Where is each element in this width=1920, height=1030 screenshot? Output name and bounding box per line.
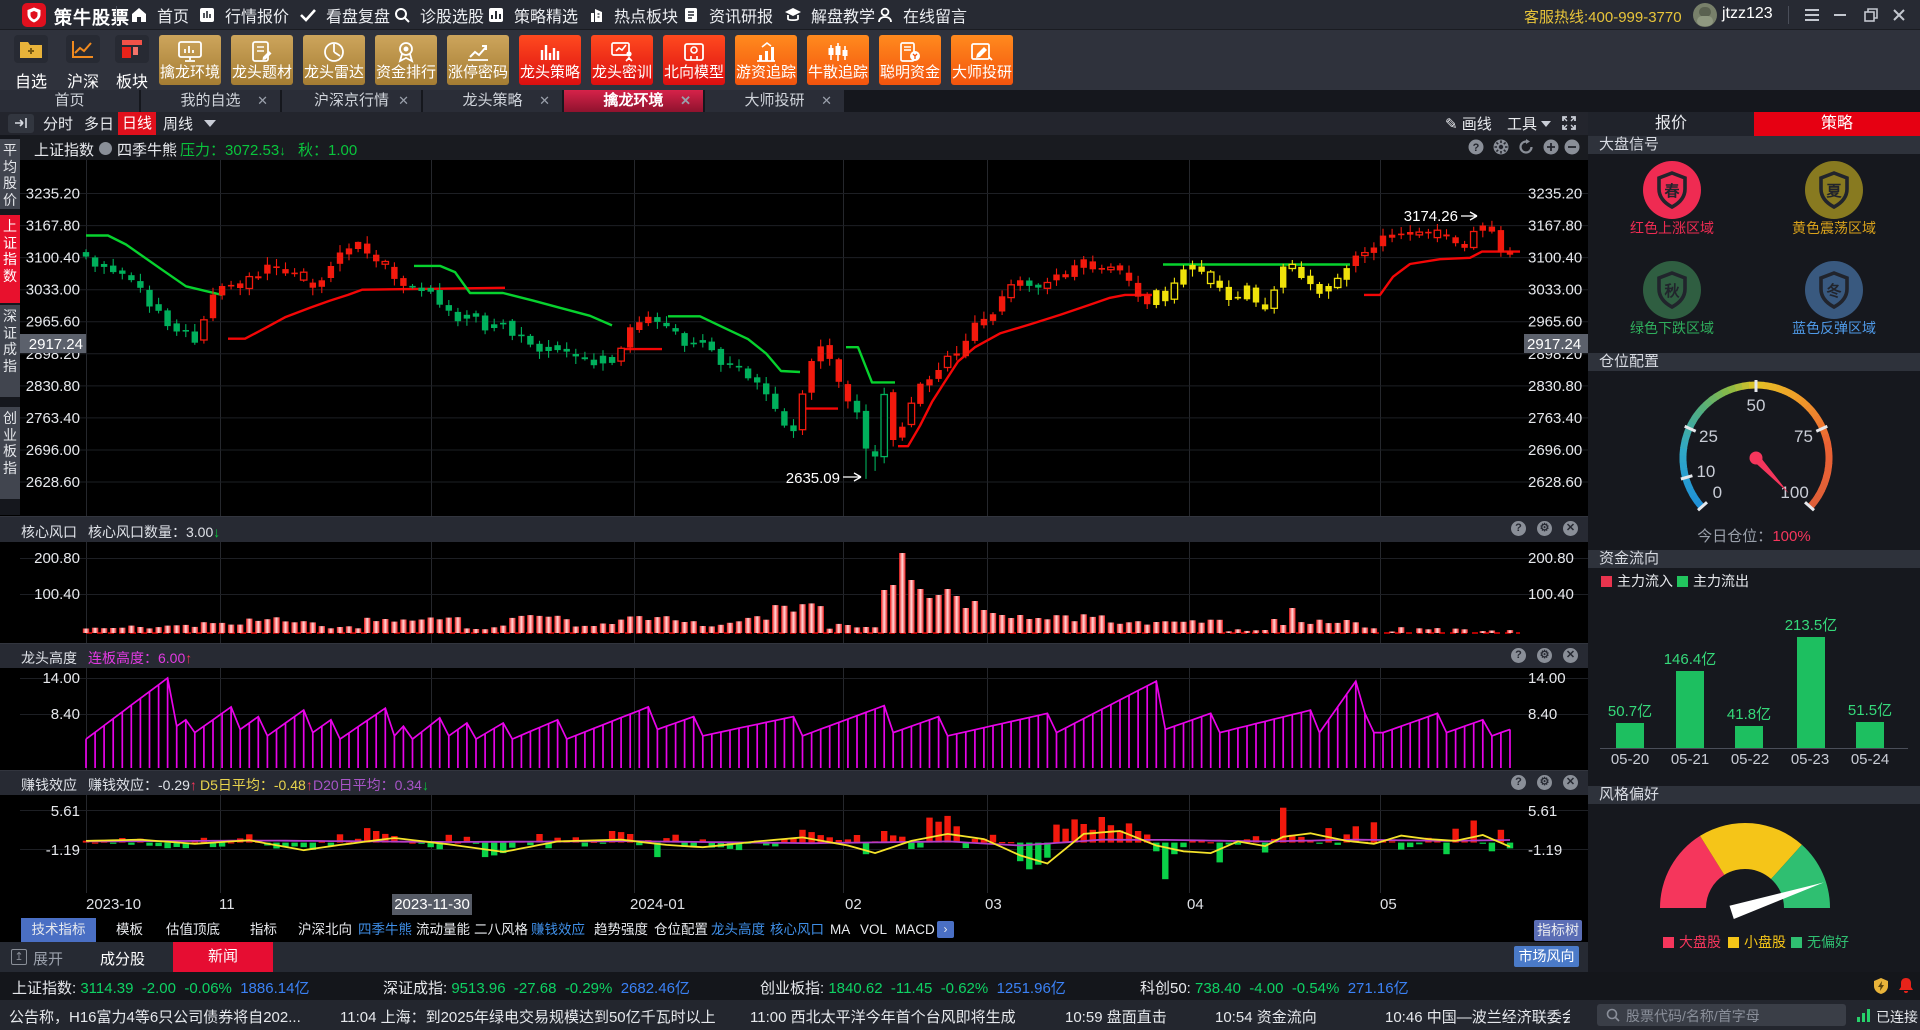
svg-text:黄色震荡区域: 黄色震荡区域	[1792, 220, 1876, 236]
svg-text:3100.40: 3100.40	[1528, 250, 1582, 267]
svg-text:2830.80: 2830.80	[1528, 378, 1582, 395]
svg-text:3174.26: 3174.26	[1404, 208, 1458, 225]
svg-text:大盘股: 大盘股	[1679, 934, 1721, 950]
svg-text:主力流入: 主力流入	[1617, 573, 1673, 589]
svg-text:2917.24: 2917.24	[29, 336, 83, 353]
svg-text:2696.00: 2696.00	[26, 442, 80, 459]
svg-text:50.7亿: 50.7亿	[1608, 703, 1652, 720]
svg-text:05-24: 05-24	[1851, 751, 1889, 768]
svg-text:200.80: 200.80	[1528, 550, 1574, 567]
svg-text:3033.00: 3033.00	[26, 282, 80, 299]
svg-text:2763.40: 2763.40	[26, 410, 80, 427]
svg-text:春: 春	[1664, 182, 1679, 200]
svg-text:无偏好: 无偏好	[1807, 934, 1849, 950]
svg-text:146.4亿: 146.4亿	[1664, 651, 1717, 668]
svg-text:2628.60: 2628.60	[26, 474, 80, 491]
svg-text:14.00: 14.00	[42, 670, 80, 687]
svg-text:-1.19: -1.19	[46, 842, 80, 859]
svg-text:2917.24: 2917.24	[1527, 336, 1581, 353]
svg-text:05-21: 05-21	[1671, 751, 1709, 768]
svg-text:25: 25	[1699, 427, 1718, 446]
svg-text:夏: 夏	[1825, 183, 1842, 200]
svg-text:5.61: 5.61	[1528, 803, 1557, 820]
svg-text:小盘股: 小盘股	[1744, 934, 1786, 950]
svg-text:2965.60: 2965.60	[26, 314, 80, 331]
svg-text:75: 75	[1794, 427, 1813, 446]
svg-text:3033.00: 3033.00	[1528, 282, 1582, 299]
svg-text:51.5亿: 51.5亿	[1848, 702, 1892, 719]
svg-text:8.40: 8.40	[51, 706, 80, 723]
svg-text:2696.00: 2696.00	[1528, 442, 1582, 459]
svg-text:3100.40: 3100.40	[26, 250, 80, 267]
svg-text:14.00: 14.00	[1528, 670, 1566, 687]
svg-text:50: 50	[1747, 396, 1766, 415]
svg-text:0: 0	[1713, 483, 1722, 502]
svg-text:2965.60: 2965.60	[1528, 314, 1582, 331]
svg-text:3235.20: 3235.20	[26, 186, 80, 203]
svg-text:41.8亿: 41.8亿	[1727, 706, 1771, 723]
svg-text:05-22: 05-22	[1731, 751, 1769, 768]
svg-text:?: ?	[1473, 142, 1480, 154]
svg-text:2763.40: 2763.40	[1528, 410, 1582, 427]
svg-text:2628.60: 2628.60	[1528, 474, 1582, 491]
svg-text:05-20: 05-20	[1611, 751, 1649, 768]
svg-text:8.40: 8.40	[1528, 706, 1557, 723]
svg-text:2830.80: 2830.80	[26, 378, 80, 395]
svg-text:3167.80: 3167.80	[26, 218, 80, 235]
svg-text:5.61: 5.61	[51, 803, 80, 820]
svg-text:绿色下跌区域: 绿色下跌区域	[1630, 320, 1714, 336]
svg-text:秋: 秋	[1664, 282, 1680, 300]
svg-text:100.40: 100.40	[1528, 586, 1574, 603]
svg-text:3167.80: 3167.80	[1528, 218, 1582, 235]
svg-text:2635.09: 2635.09	[786, 470, 840, 487]
svg-text:100.40: 100.40	[34, 586, 80, 603]
svg-text:3235.20: 3235.20	[1528, 186, 1582, 203]
svg-text:10: 10	[1696, 462, 1715, 481]
svg-text:-1.19: -1.19	[1528, 842, 1562, 859]
svg-text:冬: 冬	[1826, 282, 1841, 300]
svg-text:05-23: 05-23	[1791, 751, 1829, 768]
svg-text:蓝色反弹区域: 蓝色反弹区域	[1792, 320, 1876, 336]
svg-text:100: 100	[1780, 483, 1808, 502]
svg-text:213.5亿: 213.5亿	[1785, 617, 1838, 634]
svg-text:主力流出: 主力流出	[1693, 573, 1749, 589]
svg-text:200.80: 200.80	[34, 550, 80, 567]
svg-text:红色上涨区域: 红色上涨区域	[1630, 220, 1714, 236]
